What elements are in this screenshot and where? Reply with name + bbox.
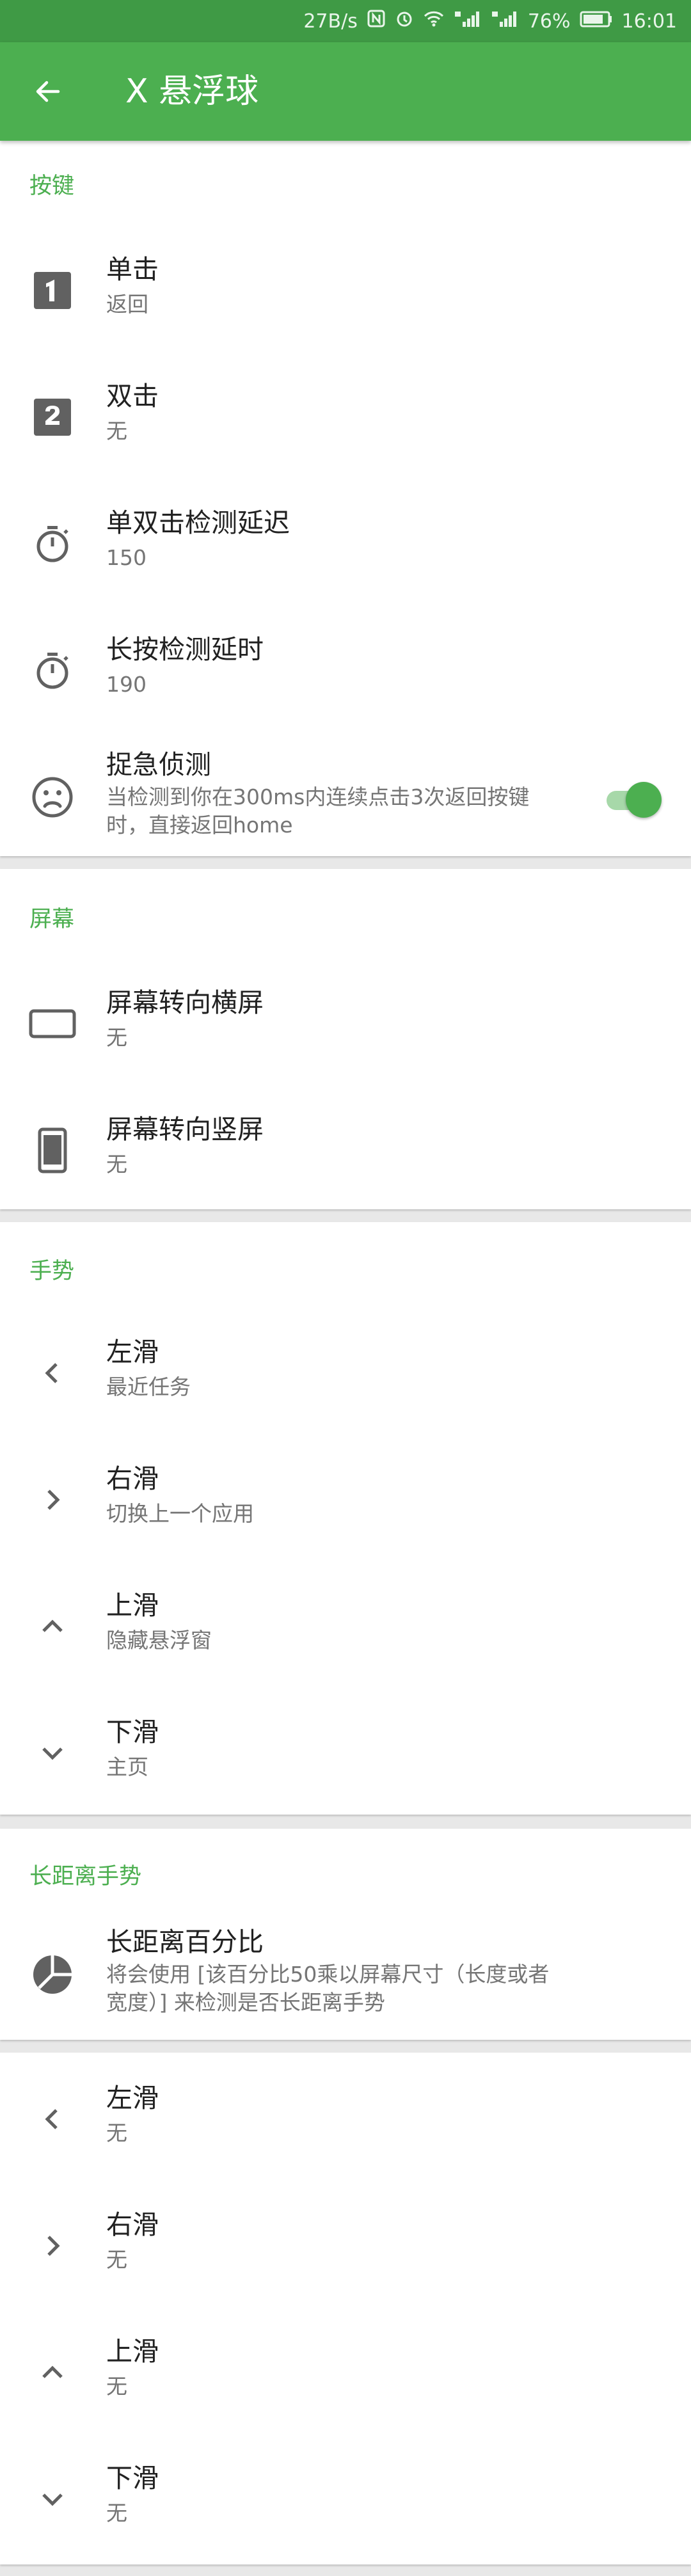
long-swipe-left-title: 左滑 [106,2083,159,2113]
timer-icon [28,646,77,695]
chevron-up-icon [28,1602,77,1651]
alarm-icon [395,9,414,33]
long-swipe-down-summary: 无 [106,2500,127,2525]
clock: 16:01 [621,10,677,33]
timer-icon [28,520,77,568]
click-delay-title: 单双击检测延迟 [106,507,290,538]
section-header-long-gestures: 长距离手势 [29,1864,142,1889]
swipe-down-row[interactable]: 下滑 主页 [0,1687,691,1813]
chevron-left-icon [28,2095,77,2143]
rotate-landscape-row[interactable]: 屏幕转向横屏 无 [0,957,691,1084]
swipe-right-title: 右滑 [106,1463,159,1494]
long-swipe-down-title: 下滑 [106,2463,159,2493]
panic-detection-row[interactable]: 捉急侦测 当检测到你在300ms内连续点击3次返回按键时，直接返回home [0,731,691,857]
long-distance-percent-title: 长距离百分比 [106,1927,264,1957]
long-distance-percent-row[interactable]: 长距离百分比 将会使用 [该百分比50乘以屏幕尺寸（长度或者宽度）] 来检测是否… [0,1908,691,2035]
double-click-summary: 无 [106,418,127,443]
click-delay-row[interactable]: 单双击检测延迟 150 [0,477,691,604]
section-header-keys: 按键 [29,173,75,199]
double-click-row[interactable]: 双击 无 [0,351,691,477]
long-swipe-right-title: 右滑 [106,2209,159,2240]
long-swipe-left-row[interactable]: 左滑 无 [0,2053,691,2179]
swipe-right-summary: 切换上一个应用 [106,1501,254,1526]
battery-percent: 76% [527,10,571,33]
long-gestures-actions-section: 左滑 无 右滑 无 上滑 无 下滑 无 [0,2053,691,2564]
panic-detection-toggle[interactable] [603,782,662,818]
rotate-landscape-title: 屏幕转向横屏 [106,987,264,1018]
chevron-right-icon [28,2222,77,2270]
gestures-section: 手势 左滑 最近任务 右滑 切换上一个应用 上滑 隐藏悬浮窗 下滑 主页 [0,1222,691,1815]
screen-section: 屏幕 屏幕转向横屏 无 屏幕转向竖屏 无 [0,869,691,1209]
click-delay-summary: 150 [106,545,147,570]
section-header-gestures: 手势 [29,1259,75,1284]
rotate-portrait-title: 屏幕转向竖屏 [106,1114,264,1145]
long-swipe-left-summary: 无 [106,2120,127,2145]
swipe-left-title: 左滑 [106,1337,159,1367]
long-swipe-right-summary: 无 [106,2247,127,2272]
keys-section: 按键 单击 返回 双击 无 单双击检测延迟 150 长按检测延时 190 捉急侦… [0,141,691,856]
long-press-delay-title: 长按检测延时 [106,634,264,665]
long-press-delay-summary: 190 [106,672,147,697]
signal-2g-icon [491,9,519,33]
single-click-row[interactable]: 单击 返回 [0,224,691,351]
long-distance-percent-summary: 将会使用 [该百分比50乘以屏幕尺寸（长度或者宽度）] 来检测是否长距离手势 [106,1962,550,2015]
battery-icon [580,10,613,33]
chevron-down-icon [28,1729,77,1777]
chevron-right-icon [28,1475,77,1524]
landscape-screen-icon [28,999,77,1048]
page-title: X 悬浮球 [125,72,259,111]
long-swipe-right-row[interactable]: 右滑 无 [0,2179,691,2306]
app-bar: X 悬浮球 [0,42,691,141]
nfc-icon [367,9,386,33]
swipe-down-title: 下滑 [106,1717,159,1747]
swipe-up-title: 上滑 [106,1590,159,1621]
swipe-right-row[interactable]: 右滑 切换上一个应用 [0,1433,691,1560]
status-bar: 27B/s 76% 16:01 [0,0,691,42]
chevron-left-icon [28,1349,77,1397]
long-swipe-down-row[interactable]: 下滑 无 [0,2433,691,2559]
chevron-up-icon [28,2348,77,2397]
swipe-up-summary: 隐藏悬浮窗 [106,1628,212,1653]
long-press-delay-row[interactable]: 长按检测延时 190 [0,604,691,731]
long-swipe-up-title: 上滑 [106,2336,159,2367]
number-two-icon [28,393,77,441]
toggle-thumb [626,782,662,818]
swipe-down-summary: 主页 [106,1754,148,1779]
panic-detection-summary: 当检测到你在300ms内连续点击3次返回按键时，直接返回home [106,784,530,838]
pie-chart-icon [28,1950,77,1999]
section-header-screen: 屏幕 [29,907,75,932]
sad-face-icon [28,773,77,822]
portrait-phone-icon [28,1126,77,1175]
network-speed: 27B/s [303,10,358,33]
panic-detection-title: 捉急侦测 [106,749,211,780]
single-click-title: 单击 [106,254,159,285]
rotate-portrait-row[interactable]: 屏幕转向竖屏 无 [0,1084,691,1211]
long-gestures-section: 长距离手势 长距离百分比 将会使用 [该百分比50乘以屏幕尺寸（长度或者宽度）]… [0,1829,691,2040]
rotate-landscape-summary: 无 [106,1025,127,1050]
back-arrow-icon[interactable] [26,69,70,114]
long-swipe-up-summary: 无 [106,2374,127,2399]
wifi-icon [423,9,445,33]
long-swipe-up-row[interactable]: 上滑 无 [0,2306,691,2433]
chevron-down-icon [28,2475,77,2524]
number-one-icon [28,266,77,315]
signal-4g-icon [454,9,482,33]
swipe-left-summary: 最近任务 [106,1374,191,1399]
single-click-summary: 返回 [106,292,148,317]
double-click-title: 双击 [106,381,159,411]
rotate-portrait-summary: 无 [106,1152,127,1177]
swipe-up-row[interactable]: 上滑 隐藏悬浮窗 [0,1560,691,1687]
swipe-left-row[interactable]: 左滑 最近任务 [0,1307,691,1433]
